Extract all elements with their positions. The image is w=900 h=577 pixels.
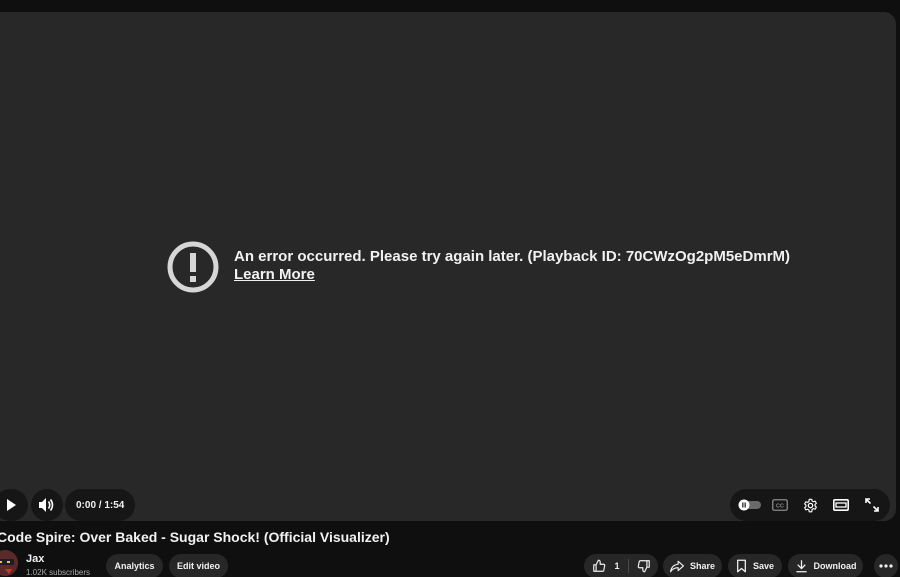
theater-mode-icon	[833, 499, 849, 511]
avatar[interactable]	[0, 550, 18, 576]
dislike-button[interactable]	[629, 554, 658, 577]
volume-button[interactable]	[31, 489, 63, 521]
captions-button[interactable]: CC	[764, 489, 796, 521]
like-button[interactable]: 1	[584, 554, 628, 577]
bookmark-icon	[737, 559, 746, 573]
fullscreen-icon	[865, 498, 879, 512]
save-label: Save	[752, 561, 775, 571]
time-display: 0:00 / 1:54	[65, 489, 136, 521]
watch-page: An error occurred. Please try again late…	[0, 0, 900, 577]
share-button[interactable]: Share	[663, 554, 722, 577]
channel-avatar-image	[0, 550, 18, 576]
play-button[interactable]	[0, 489, 28, 521]
autoplay-toggle-icon	[738, 499, 761, 511]
captions-icon: CC	[772, 499, 788, 511]
gear-icon	[803, 498, 817, 512]
svg-text:CC: CC	[776, 503, 784, 509]
learn-more-link[interactable]: Learn More	[234, 266, 790, 283]
error-message: An error occurred. Please try again late…	[234, 248, 791, 265]
more-horizontal-icon	[879, 564, 893, 568]
download-button[interactable]: Download	[788, 554, 863, 577]
download-label: Download	[813, 561, 857, 571]
theater-mode-button[interactable]	[825, 489, 857, 521]
edit-video-button[interactable]: Edit video	[169, 554, 228, 577]
right-controls: CC	[730, 489, 890, 521]
error-text-block: An error occurred. Please try again late…	[234, 248, 790, 283]
error-overlay: An error occurred. Please try again late…	[167, 241, 790, 293]
thumbs-up-icon	[593, 559, 606, 572]
exclamation-circle-icon	[167, 241, 219, 293]
like-count: 1	[614, 561, 620, 571]
edit-video-label: Edit video	[176, 561, 220, 571]
subscriber-count: 1.02K subscribers	[26, 568, 91, 577]
settings-button[interactable]	[794, 489, 826, 521]
download-icon	[795, 560, 807, 573]
save-button[interactable]: Save	[728, 554, 782, 577]
share-label: Share	[689, 561, 715, 571]
channel-name[interactable]: Jax	[26, 553, 44, 565]
like-dislike-group: 1	[584, 554, 658, 577]
volume-icon	[39, 498, 54, 512]
analytics-button[interactable]: Analytics	[106, 554, 163, 577]
video-title: Code Spire: Over Baked - Sugar Shock! (O…	[0, 529, 390, 545]
share-icon	[669, 560, 684, 572]
video-player[interactable]: An error occurred. Please try again late…	[0, 12, 896, 521]
play-icon	[7, 499, 16, 511]
autoplay-toggle[interactable]	[734, 489, 766, 521]
thumbs-down-icon	[637, 560, 650, 573]
analytics-label: Analytics	[114, 561, 155, 571]
more-actions-button[interactable]	[874, 554, 898, 577]
fullscreen-button[interactable]	[856, 489, 888, 521]
